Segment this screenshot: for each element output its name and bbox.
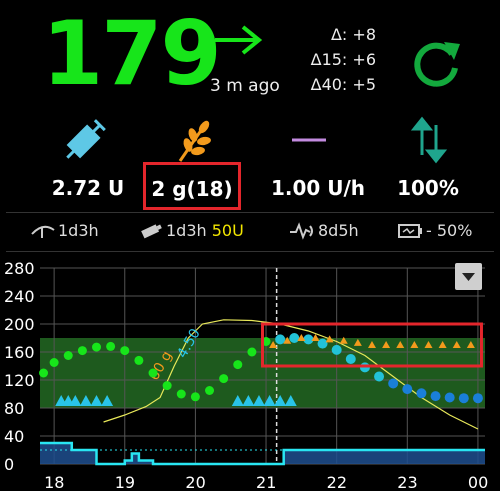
bg-point	[205, 386, 215, 395]
cannula-icon	[31, 225, 55, 238]
prediction-point	[416, 388, 427, 399]
x-tick-label: 22	[327, 473, 347, 491]
arrow-right-icon	[215, 25, 263, 55]
prediction-point	[289, 333, 300, 343]
y-tick-label: 280	[4, 259, 35, 278]
battery-icon	[398, 224, 422, 238]
bg-point	[190, 392, 200, 402]
prediction-point	[388, 378, 399, 389]
syringe-icon[interactable]	[58, 115, 112, 165]
delta: Δ: +8	[330, 25, 376, 44]
basal-area	[40, 443, 485, 464]
bg-point	[63, 351, 73, 360]
up-down-arrows-icon[interactable]	[402, 115, 456, 165]
y-tick-label: 40	[4, 427, 24, 446]
pump-battery: - 50%	[426, 221, 473, 240]
insulin-on-board-value: 2.72 U	[51, 176, 125, 200]
bg-point	[77, 346, 87, 356]
y-tick-label: 160	[4, 343, 35, 362]
reservoir-icon	[141, 224, 162, 239]
prediction-point	[402, 384, 413, 395]
profile-percent-value: 100%	[397, 176, 459, 200]
bg-point	[106, 341, 116, 351]
refresh-icon[interactable]	[408, 34, 464, 90]
sensor-age: 8d5h	[318, 221, 359, 240]
x-tick-label: 20	[185, 473, 205, 491]
prediction-point	[374, 371, 385, 382]
reservoir-age: 1d3h	[166, 221, 207, 240]
prediction-point	[472, 393, 483, 404]
last-reading-age: 3 m ago	[210, 76, 280, 96]
prediction-point	[345, 354, 356, 364]
bg-point	[247, 347, 257, 357]
delta-values: Δ: +8 Δ15: +6 Δ40: +5	[311, 22, 376, 97]
y-tick-label: 200	[4, 315, 35, 334]
cannula-age: 1d3h	[58, 221, 99, 240]
x-tick-label: 00	[468, 473, 488, 491]
bg-point	[233, 360, 243, 370]
x-tick-label: 21	[256, 473, 276, 491]
basal-rate-value: 1.00 U/h	[270, 176, 366, 200]
bg-point	[120, 346, 130, 356]
x-tick-label: 19	[115, 473, 135, 491]
basal-line-icon[interactable]	[282, 115, 336, 165]
prediction-point	[331, 344, 342, 355]
delta-15: Δ15: +6	[310, 50, 376, 69]
prediction-point	[458, 393, 469, 404]
y-tick-label: 240	[4, 287, 35, 306]
bg-point	[219, 374, 229, 384]
x-tick-label: 18	[44, 473, 64, 491]
prediction-point	[430, 391, 441, 402]
dropdown-triangle-icon	[462, 273, 475, 281]
bg-point	[39, 368, 49, 378]
reservoir-status: 1d3h 50U	[166, 221, 244, 240]
delta-40: Δ40: +5	[310, 75, 376, 94]
bg-point	[49, 358, 59, 367]
bg-point	[148, 368, 158, 378]
bg-point	[162, 381, 172, 391]
wheat-icon[interactable]	[166, 115, 220, 165]
bg-chart[interactable]: 2802402001601208040018 19 20 21 22 23 004.5060…	[0, 256, 500, 491]
bg-value: 179	[42, 2, 222, 105]
carbs-on-board-value[interactable]: 2 g(18)	[143, 162, 241, 210]
bg-point	[134, 355, 144, 365]
reservoir-level: 50U	[211, 221, 244, 240]
y-tick-label: 0	[4, 455, 14, 474]
prediction-point	[317, 338, 328, 349]
prediction-point	[275, 334, 286, 345]
y-tick-label: 120	[4, 371, 35, 390]
prediction-point	[444, 392, 455, 403]
sensor-icon	[290, 222, 313, 240]
x-tick-label: 23	[397, 473, 417, 491]
prediction-point	[303, 334, 314, 345]
chart-menu-button[interactable]	[455, 263, 482, 290]
bg-point	[176, 389, 186, 399]
bg-point	[92, 342, 102, 352]
y-tick-label: 80	[4, 399, 24, 418]
